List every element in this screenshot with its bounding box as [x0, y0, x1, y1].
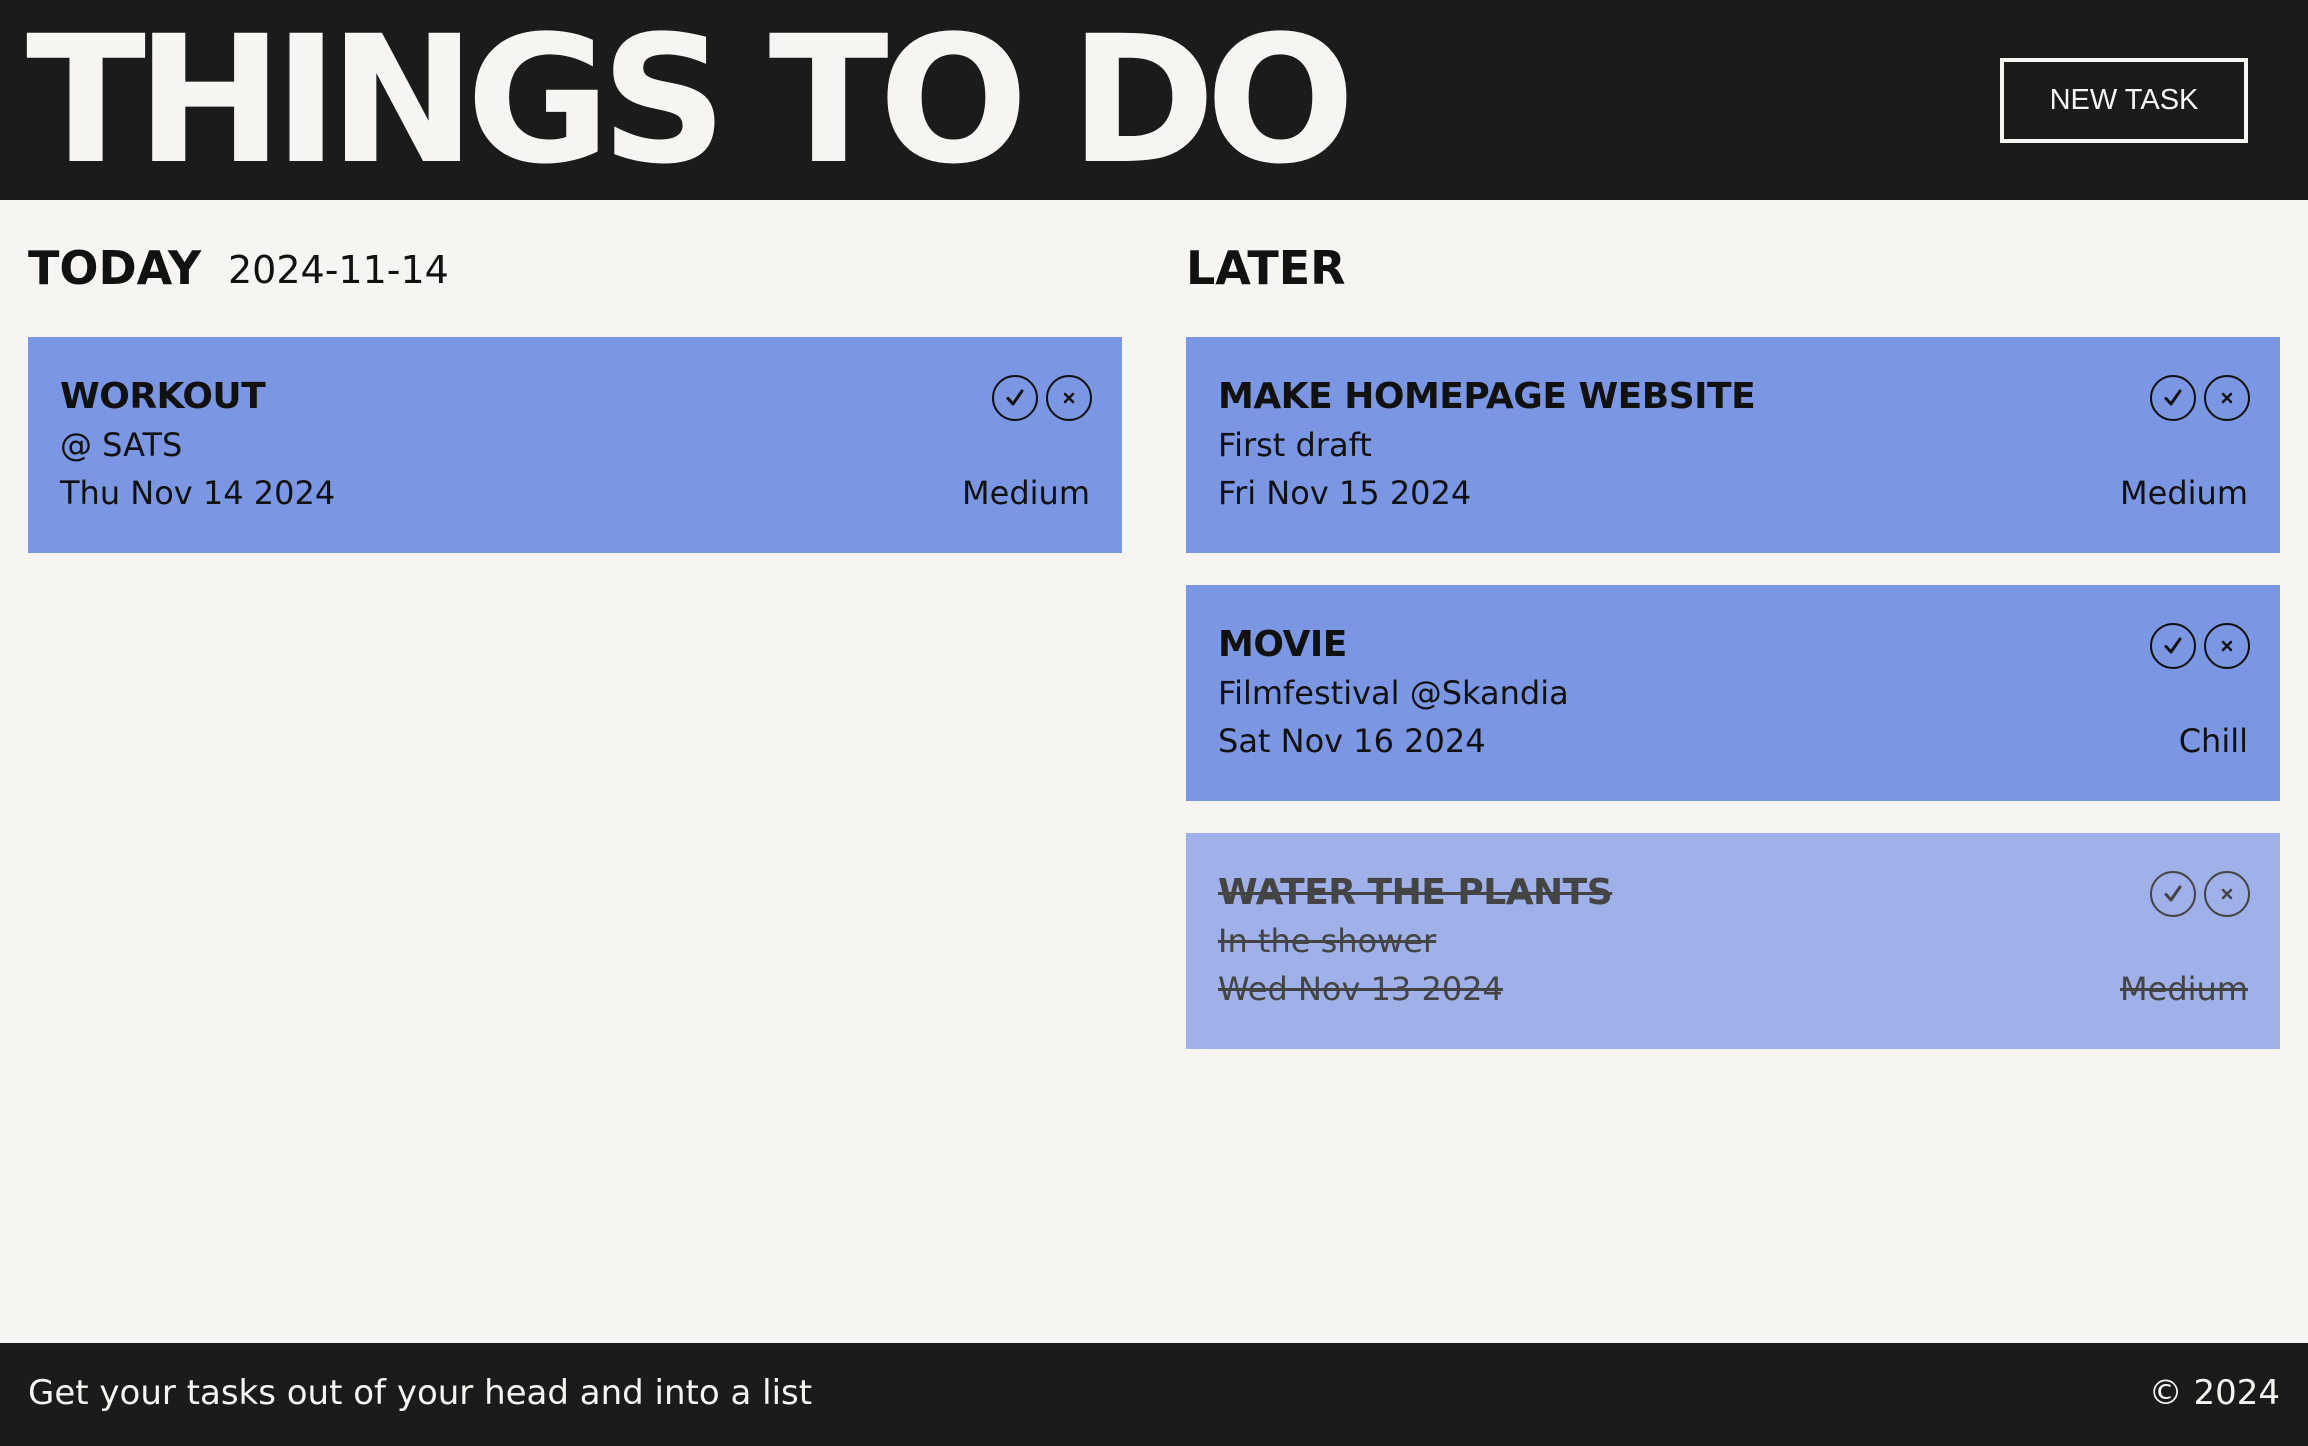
app-title: THINGS TO DO [26, 0, 1355, 203]
task-title: MOVIE [1218, 624, 1347, 665]
footer-tagline: Get your tasks out of your head and into… [28, 1373, 813, 1413]
check-icon [2164, 637, 2182, 654]
task-card-completed: WATER THE PLANTS In the shower Wed Nov 1… [1186, 833, 2280, 1049]
task-card: WORKOUT @ SATS Thu Nov 14 2024 Medium [28, 337, 1122, 553]
delete-task-button[interactable] [2204, 623, 2250, 669]
task-description: In the shower [1218, 922, 1437, 960]
task-description: Filmfestival @Skandia [1218, 674, 1569, 712]
today-heading: TODAY [28, 241, 202, 295]
new-task-button[interactable]: NEW TASK [2000, 58, 2248, 143]
close-icon [2221, 640, 2233, 652]
close-icon [1063, 392, 1075, 404]
close-icon [2221, 888, 2233, 900]
delete-task-button[interactable] [1046, 375, 1092, 421]
task-actions [2150, 623, 2250, 669]
close-icon [2221, 392, 2233, 404]
complete-task-button[interactable] [2150, 871, 2196, 917]
task-title: MAKE HOMEPAGE WEBSITE [1218, 376, 1756, 417]
complete-task-button[interactable] [2150, 623, 2196, 669]
task-card: MOVIE Filmfestival @Skandia Sat Nov 16 2… [1186, 585, 2280, 801]
app-footer: Get your tasks out of your head and into… [0, 1343, 2308, 1446]
delete-task-button[interactable] [2204, 871, 2250, 917]
task-actions [2150, 871, 2250, 917]
later-heading: LATER [1186, 241, 1346, 295]
footer-copyright: © 2024 [2148, 1373, 2280, 1413]
delete-task-button[interactable] [2204, 375, 2250, 421]
task-date: Fri Nov 15 2024 [1218, 474, 1472, 512]
task-description: First draft [1218, 426, 1372, 464]
task-title: WORKOUT [60, 376, 266, 417]
task-actions [992, 375, 1092, 421]
task-date: Sat Nov 16 2024 [1218, 722, 1486, 760]
complete-task-button[interactable] [2150, 375, 2196, 421]
task-description: @ SATS [60, 426, 183, 464]
task-priority: Medium [962, 474, 1090, 512]
task-priority: Medium [2120, 970, 2248, 1008]
check-icon [1006, 389, 1024, 406]
task-priority: Medium [2120, 474, 2248, 512]
check-icon [2164, 885, 2182, 902]
task-date: Thu Nov 14 2024 [60, 474, 336, 512]
today-date: 2024-11-14 [228, 248, 449, 292]
app-header: THINGS TO DO NEW TASK [0, 0, 2308, 200]
task-title: WATER THE PLANTS [1218, 872, 1613, 913]
task-priority: Chill [2178, 722, 2248, 760]
task-actions [2150, 375, 2250, 421]
task-card: MAKE HOMEPAGE WEBSITE First draft Fri No… [1186, 337, 2280, 553]
complete-task-button[interactable] [992, 375, 1038, 421]
task-date: Wed Nov 13 2024 [1218, 970, 1503, 1008]
check-icon [2164, 389, 2182, 406]
